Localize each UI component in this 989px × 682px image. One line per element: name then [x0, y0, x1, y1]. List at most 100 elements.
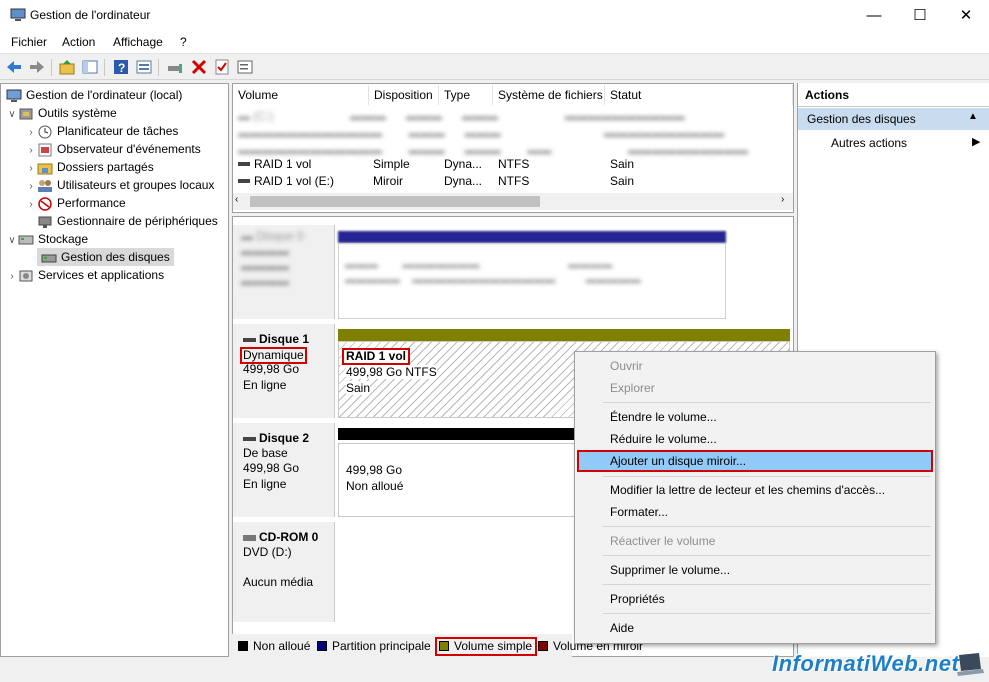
tree-node-outils-systeme[interactable]: ∨ Outils système	[6, 104, 116, 124]
menu-fichier[interactable]: Fichier	[11, 35, 47, 49]
menu-item-etendre[interactable]: Étendre le volume...	[610, 407, 717, 427]
connect-icon[interactable]	[166, 58, 184, 76]
tree-node-performance[interactable]: › Performance	[25, 194, 126, 212]
column-header-disposition[interactable]: Disposition	[369, 85, 439, 105]
tools-icon	[18, 107, 34, 121]
horizontal-scrollbar[interactable]: ‹ ›	[233, 193, 793, 210]
disk2-label[interactable]: Disque 2 De base 499,98 Go En ligne	[233, 423, 335, 517]
legend-swatch	[238, 641, 248, 651]
laptop-logo-icon	[955, 651, 985, 679]
column-header-volume[interactable]: Volume	[233, 85, 369, 105]
submenu-arrow-icon: ▶	[972, 136, 981, 148]
legend-label: Non alloué	[253, 639, 311, 653]
menu-item-formater[interactable]: Formater...	[610, 502, 668, 522]
tree-node-planificateur[interactable]: › Planificateur de tâches	[25, 122, 178, 140]
table-row[interactable]: RAID 1 vol Simple Dyna... NTFS Sain	[233, 156, 793, 173]
check-icon[interactable]	[213, 58, 231, 76]
tree-node-gestion-disques[interactable]: Gestion des disques	[37, 248, 174, 266]
cdrom-state: Aucun média	[243, 575, 314, 589]
collapse-up-icon[interactable]: ▲	[968, 111, 978, 122]
column-header-fs[interactable]: Système de fichiers	[493, 85, 605, 105]
computer-management-icon	[10, 8, 26, 22]
actions-header: Actions	[805, 88, 850, 102]
legend-swatch	[439, 641, 449, 651]
menu-item-aide[interactable]: Aide	[610, 618, 634, 638]
legend-swatch	[538, 641, 548, 651]
minimize-button[interactable]: —	[851, 0, 897, 31]
cdrom-label[interactable]: CD-ROM 0 DVD (D:) Aucun média	[233, 522, 335, 622]
disk-icon	[243, 436, 256, 441]
up-folder-icon[interactable]	[58, 58, 76, 76]
expand-down-icon[interactable]: ∨	[6, 232, 18, 250]
legend-swatch	[317, 641, 327, 651]
title-bar: Gestion de l'ordinateur — ☐ ✕	[0, 0, 989, 31]
disk1-volume-bar	[338, 329, 790, 341]
delete-icon[interactable]	[190, 58, 208, 76]
console-icon[interactable]	[236, 58, 254, 76]
scrollbar-thumb[interactable]	[250, 196, 540, 207]
tree-node-dossiers-partages[interactable]: › Dossiers partagés	[25, 158, 154, 176]
menu-help[interactable]: ?	[180, 35, 187, 49]
disk0-partitions: ▬▬▬ ▬▬▬▬▬▬▬ ▬▬▬▬ ▬▬▬▬▬ ▬▬▬▬▬▬▬▬▬▬▬▬▬ ▬▬▬▬…	[338, 243, 726, 319]
volume-name: RAID 1 vol	[342, 348, 411, 365]
disk0-label: ▬ Disque 0 ▬▬▬▬ ▬▬▬▬ ▬▬▬▬	[233, 225, 335, 319]
forward-icon[interactable]	[28, 58, 46, 76]
volume-icon	[238, 179, 250, 183]
tree-node-services[interactable]: › Services et applications	[6, 266, 164, 284]
unallocated-size: 499,98 Go	[346, 463, 403, 477]
actions-autres-actions[interactable]: Autres actions ▶	[798, 133, 989, 153]
back-icon[interactable]	[5, 58, 23, 76]
menu-item-proprietes[interactable]: Propriétés	[610, 589, 665, 609]
menu-item-reduire[interactable]: Réduire le volume...	[610, 429, 717, 449]
tree-node-utilisateurs[interactable]: › Utilisateurs et groupes locaux	[25, 176, 214, 194]
scroll-left-icon[interactable]: ‹	[235, 194, 238, 205]
expand-right-icon[interactable]: ›	[6, 268, 18, 286]
table-row[interactable]: RAID 1 vol (E:) Miroir Dyna... NTFS Sain	[233, 173, 793, 190]
cdrom-type: DVD (D:)	[243, 545, 292, 559]
disk0-partition-bar	[338, 231, 726, 243]
maximize-button[interactable]: ☐	[897, 0, 943, 31]
disk1-label[interactable]: Disque 1 Dynamique 499,98 Go En ligne	[233, 324, 335, 418]
event-viewer-icon	[37, 143, 53, 157]
menu-affichage[interactable]: Affichage	[113, 35, 163, 49]
column-header-statut[interactable]: Statut	[605, 85, 793, 105]
show-hide-tree-icon[interactable]	[81, 58, 99, 76]
volume-state: Sain	[346, 381, 371, 395]
table-row: ▬ (C:) ▬▬▬ ▬▬▬ ▬▬▬ ▬▬▬▬▬▬▬▬▬▬	[238, 109, 685, 123]
menu-action[interactable]: Action	[62, 35, 95, 49]
menu-bar: Fichier Action Affichage ?	[0, 31, 989, 53]
menu-item-reactiver[interactable]: Réactiver le volume	[610, 531, 715, 551]
context-menu: Ouvrir Explorer Étendre le volume... Réd…	[574, 351, 936, 644]
menu-item-ouvrir[interactable]: Ouvrir	[610, 356, 643, 376]
tree-node-peripheriques[interactable]: Gestionnaire de périphériques	[25, 212, 218, 230]
help-icon[interactable]: ?	[112, 58, 130, 76]
cdrom-icon	[243, 534, 256, 541]
expand-down-icon[interactable]: ∨	[6, 106, 18, 124]
unallocated-state: Non alloué	[346, 479, 404, 493]
navigation-tree: Gestion de l'ordinateur (local) ∨ Outils …	[0, 83, 229, 657]
legend-label: Volume simple	[454, 639, 533, 653]
column-header-type[interactable]: Type	[439, 85, 493, 105]
menu-item-supprimer[interactable]: Supprimer le volume...	[610, 560, 730, 580]
legend-label: Partition principale	[332, 639, 431, 653]
volume-size: 499,98 Go NTFS	[346, 365, 437, 379]
watermark: InformatiWeb.net	[772, 651, 960, 676]
menu-item-ajouter-miroir[interactable]: Ajouter un disque miroir...	[577, 450, 933, 472]
tree-node-root[interactable]: Gestion de l'ordinateur (local)	[6, 86, 182, 104]
menu-item-modifier-lettre[interactable]: Modifier la lettre de lecteur et les che…	[610, 480, 885, 500]
toolbar: ?	[0, 53, 989, 80]
performance-icon	[37, 197, 53, 211]
tree-node-stockage[interactable]: ∨ Stockage	[6, 230, 88, 248]
close-button[interactable]: ✕	[943, 0, 989, 31]
window-title: Gestion de l'ordinateur	[30, 8, 151, 22]
disk2-state: En ligne	[243, 477, 287, 491]
services-icon	[18, 269, 34, 283]
scroll-right-icon[interactable]: ›	[781, 194, 784, 205]
storage-icon	[18, 233, 34, 247]
properties-icon[interactable]	[135, 58, 153, 76]
actions-section-disques[interactable]: Gestion des disques ▲	[798, 108, 989, 130]
users-icon	[37, 179, 53, 193]
disk-icon	[243, 337, 256, 342]
menu-item-explorer[interactable]: Explorer	[610, 378, 655, 398]
tree-node-observateur[interactable]: › Observateur d'événements	[25, 140, 201, 158]
